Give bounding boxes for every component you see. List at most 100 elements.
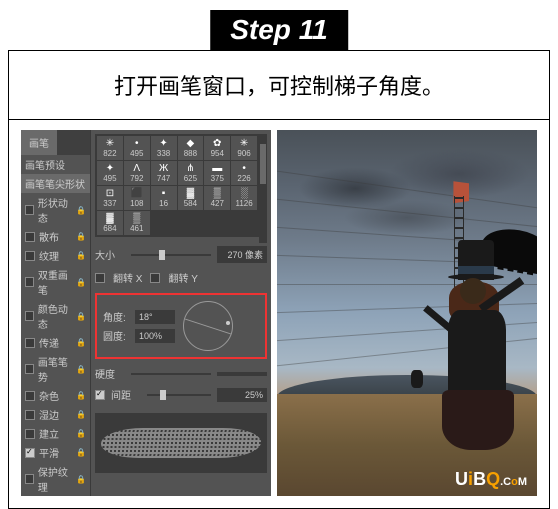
brush-swatch[interactable]: Λ792 bbox=[124, 161, 150, 185]
brush-swatch[interactable]: ▬375 bbox=[204, 161, 230, 185]
spacing-checkbox[interactable] bbox=[95, 390, 105, 400]
angle-inputs: 角度: 18° 圆度: 100% bbox=[103, 309, 175, 343]
brush-preview-stroke bbox=[99, 428, 263, 458]
spacing-row: 间距 25% bbox=[95, 384, 267, 405]
scrollbar[interactable] bbox=[259, 134, 267, 243]
opt-noise[interactable]: 杂色 🔒 bbox=[21, 386, 90, 405]
brush-swatch[interactable]: ▓684 bbox=[97, 211, 123, 235]
brush-size: 822 bbox=[103, 149, 116, 158]
brush-swatch[interactable]: ✦495 bbox=[97, 161, 123, 185]
brush-main: ✳822 •495 ✦338 ◆888 ✿954 ✳906 ✦495 Λ792 … bbox=[91, 130, 271, 496]
brush-size: 1126 bbox=[235, 199, 252, 208]
brush-size: 584 bbox=[184, 199, 197, 208]
lock-icon: 🔒 bbox=[76, 448, 86, 457]
brush-swatch[interactable]: ⋔625 bbox=[178, 161, 204, 185]
brush-swatch[interactable]: Ж747 bbox=[151, 161, 177, 185]
lock-icon: 🔒 bbox=[76, 410, 86, 419]
opt-shape-dynamics[interactable]: 形状动态🔒 bbox=[21, 193, 90, 227]
hardness-slider[interactable] bbox=[131, 369, 211, 379]
result-image: UiBQ.CoM bbox=[277, 130, 537, 496]
brush-swatch[interactable]: ░1126 bbox=[231, 186, 257, 210]
opt-smoothing[interactable]: 平滑🔒 bbox=[21, 443, 90, 462]
opt-protect-texture[interactable]: 保护纹理🔒 bbox=[21, 462, 90, 496]
checkbox[interactable] bbox=[25, 364, 34, 374]
wm-c: C bbox=[503, 476, 511, 488]
opt-tip-shape[interactable]: 画笔笔尖形状 bbox=[21, 174, 90, 193]
opt-texture[interactable]: 纹理🔒 bbox=[21, 246, 90, 265]
flipy-label: 翻转 Y bbox=[168, 270, 197, 285]
checkbox[interactable] bbox=[25, 391, 35, 401]
hat-band bbox=[458, 266, 494, 274]
checkbox[interactable] bbox=[25, 338, 35, 348]
checkbox[interactable] bbox=[25, 410, 35, 420]
opt-dual-brush[interactable]: 双重画笔🔒 bbox=[21, 265, 90, 299]
flipx-checkbox[interactable] bbox=[95, 273, 105, 283]
tab-brush[interactable]: 画笔 bbox=[21, 130, 57, 155]
brush-swatch[interactable]: ✦338 bbox=[151, 136, 177, 160]
angle-row: 角度: 18° bbox=[103, 309, 175, 324]
opt-color-dynamics[interactable]: 颜色动态🔒 bbox=[21, 299, 90, 333]
checkbox[interactable] bbox=[25, 429, 35, 439]
opt-label: 颜色动态 bbox=[38, 301, 72, 331]
opt-buildup[interactable]: 建立🔒 bbox=[21, 424, 90, 443]
roundness-input[interactable]: 100% bbox=[135, 329, 175, 343]
wm-m: M bbox=[518, 476, 527, 488]
flipx-label: 翻转 X bbox=[113, 270, 142, 285]
wm-o: o bbox=[511, 476, 518, 488]
brush-swatch[interactable]: ▓584 bbox=[178, 186, 204, 210]
opt-label: 杂色 bbox=[39, 388, 59, 403]
brush-swatch[interactable]: •226 bbox=[231, 161, 257, 185]
brush-swatch[interactable]: •495 bbox=[124, 136, 150, 160]
checkbox[interactable] bbox=[25, 251, 35, 261]
head bbox=[460, 278, 486, 304]
brush-size: 375 bbox=[211, 174, 224, 183]
opt-label: 传递 bbox=[39, 335, 59, 350]
checkbox[interactable] bbox=[25, 277, 34, 287]
checkbox[interactable] bbox=[25, 448, 35, 458]
brush-size: 747 bbox=[157, 174, 170, 183]
checkbox[interactable] bbox=[25, 232, 35, 242]
spacing-value[interactable]: 25% bbox=[217, 388, 267, 402]
brush-swatch[interactable]: ▪16 bbox=[151, 186, 177, 210]
brush-swatch[interactable]: ◆888 bbox=[178, 136, 204, 160]
brush-swatch[interactable]: ✳822 bbox=[97, 136, 123, 160]
brush-panel: 画笔 画笔预设 画笔笔尖形状 形状动态🔒 散布🔒 纹理🔒 双重画笔🔒 颜色动态🔒… bbox=[21, 130, 271, 496]
tab-preset-row[interactable]: 画笔预设 bbox=[21, 155, 90, 174]
tab-row: 画笔 bbox=[21, 130, 90, 155]
lock-icon: 🔒 bbox=[76, 475, 86, 484]
content-row: 画笔 画笔预设 画笔笔尖形状 形状动态🔒 散布🔒 纹理🔒 双重画笔🔒 颜色动态🔒… bbox=[9, 130, 549, 508]
brush-size: 495 bbox=[103, 174, 116, 183]
lock-icon: 🔒 bbox=[76, 338, 86, 347]
spacing-slider[interactable] bbox=[147, 390, 211, 400]
brush-size: 226 bbox=[237, 174, 250, 183]
opt-wet-edge[interactable]: 湿边🔒 bbox=[21, 405, 90, 424]
size-value[interactable]: 270 像素 bbox=[217, 246, 267, 263]
angle-input[interactable]: 18° bbox=[135, 310, 175, 324]
opt-label: 散布 bbox=[39, 229, 59, 244]
lock-icon: 🔒 bbox=[76, 391, 86, 400]
angle-dial[interactable] bbox=[183, 301, 233, 351]
flipy-checkbox[interactable] bbox=[150, 273, 160, 283]
lock-icon: 🔒 bbox=[76, 278, 86, 287]
checkbox[interactable] bbox=[25, 474, 34, 484]
opt-brush-pose[interactable]: 画笔笔势🔒 bbox=[21, 352, 90, 386]
brush-size: 427 bbox=[211, 199, 224, 208]
tab-preset-label: 画笔预设 bbox=[25, 157, 65, 172]
brush-swatch[interactable]: ⬛108 bbox=[124, 186, 150, 210]
angle-highlight-box: 角度: 18° 圆度: 100% bbox=[95, 293, 267, 359]
brush-swatch[interactable]: ✳906 bbox=[231, 136, 257, 160]
opt-scatter[interactable]: 散布 🔒 bbox=[21, 227, 90, 246]
checkbox[interactable] bbox=[25, 311, 34, 321]
opt-transfer[interactable]: 传递 🔒 bbox=[21, 333, 90, 352]
checkbox[interactable] bbox=[25, 205, 34, 215]
brush-swatch[interactable]: ⊡337 bbox=[97, 186, 123, 210]
brush-swatch[interactable]: ▒427 bbox=[204, 186, 230, 210]
opt-label: 形状动态 bbox=[38, 195, 72, 225]
brush-grid[interactable]: ✳822 •495 ✦338 ◆888 ✿954 ✳906 ✦495 Λ792 … bbox=[95, 134, 259, 237]
brush-swatch[interactable]: ✿954 bbox=[204, 136, 230, 160]
hardness-value[interactable] bbox=[217, 372, 267, 376]
step-badge: Step 11 bbox=[210, 10, 348, 50]
brush-swatch[interactable]: ▒461 bbox=[124, 211, 150, 235]
lock-icon: 🔒 bbox=[76, 232, 86, 241]
size-slider[interactable] bbox=[131, 250, 211, 260]
